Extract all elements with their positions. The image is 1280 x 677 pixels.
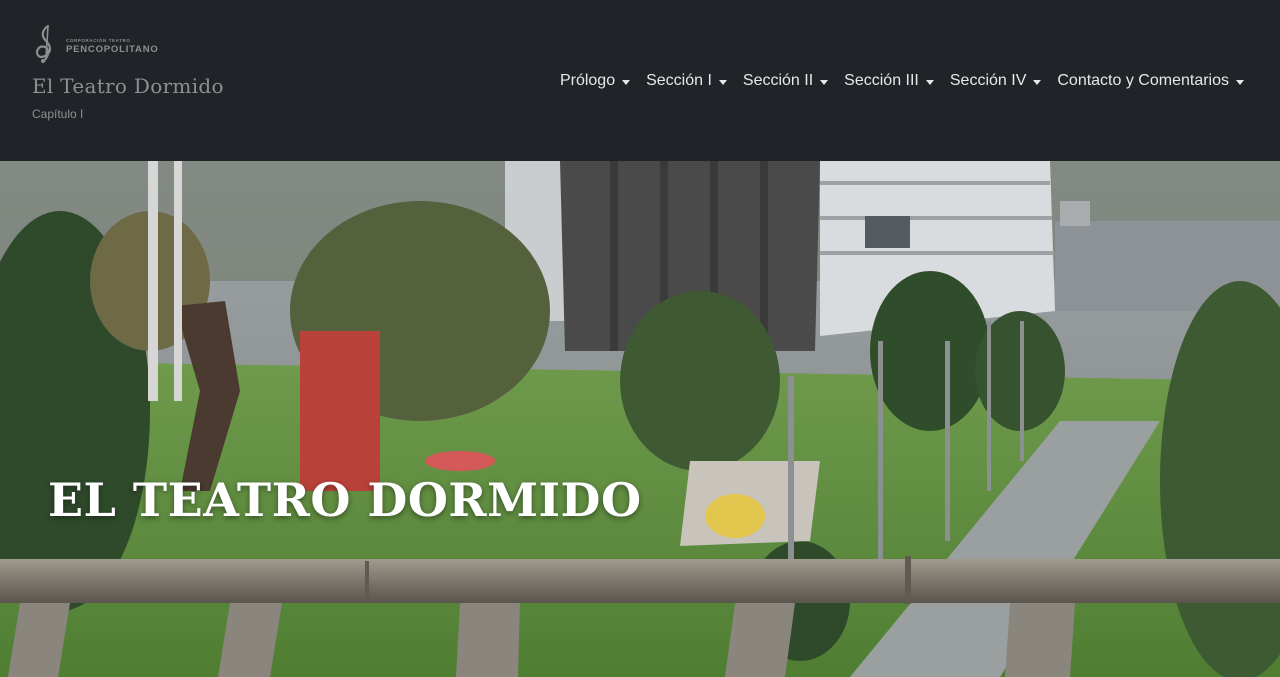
caret-down-icon — [1033, 79, 1042, 85]
nav-item-label: Prólogo — [559, 72, 616, 89]
site-title[interactable]: El Teatro Dormido — [32, 74, 224, 98]
hero-banner: EL TEATRO DORMIDO — [0, 161, 1280, 677]
caret-down-icon — [622, 79, 631, 85]
caret-down-icon — [820, 79, 829, 85]
nav-item-contacto[interactable]: Contacto y Comentarios — [1049, 72, 1244, 90]
nav-item-seccion-iv[interactable]: Sección IV — [942, 72, 1049, 90]
nav-item-label: Contacto y Comentarios — [1057, 72, 1229, 89]
site-header: CORPORACIÓN TEATRO PENCOPOLITANO El Teat… — [0, 0, 1280, 161]
nav-item-seccion-iii[interactable]: Sección III — [836, 72, 942, 90]
treble-clef-icon — [35, 24, 52, 64]
site-subtitle: Capítulo I — [32, 107, 84, 121]
nav-item-label: Sección II — [742, 72, 814, 89]
logo-big-text: PENCOPOLITANO — [66, 43, 159, 55]
nav-item-label: Sección I — [646, 72, 712, 89]
logo[interactable]: CORPORACIÓN TEATRO PENCOPOLITANO — [32, 24, 159, 64]
hero-photo — [0, 161, 1280, 677]
hero-title: EL TEATRO DORMIDO — [48, 473, 642, 527]
caret-down-icon — [925, 79, 934, 85]
main-nav: Prólogo Sección I Sección II Sección III… — [552, 72, 1244, 90]
brand-logo[interactable]: CORPORACIÓN TEATRO PENCOPOLITANO — [32, 24, 159, 64]
nav-item-label: Sección III — [844, 72, 919, 89]
nav-item-seccion-i[interactable]: Sección I — [638, 72, 735, 90]
nav-item-prologo[interactable]: Prólogo — [552, 72, 638, 90]
nav-item-seccion-ii[interactable]: Sección II — [735, 72, 836, 90]
caret-down-icon — [718, 79, 727, 85]
caret-down-icon — [1236, 79, 1244, 85]
nav-item-label: Sección IV — [949, 72, 1027, 89]
